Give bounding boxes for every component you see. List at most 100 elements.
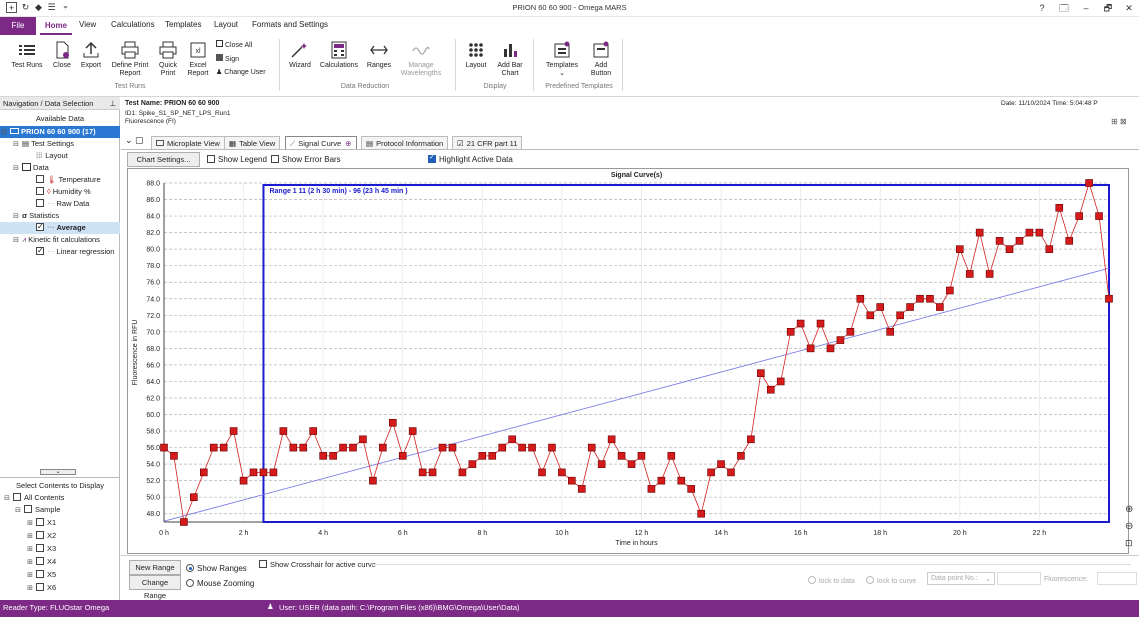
lock-to-data-radio[interactable]: lock to data [808,576,855,585]
checkbox[interactable] [36,570,44,578]
sample-item[interactable]: ⊞ X4 [0,556,120,568]
expand-icon[interactable]: ⊞ [26,518,34,530]
add-button-button[interactable]: Add Button [586,41,616,78]
checkbox[interactable] [271,155,279,163]
radio[interactable] [808,576,816,584]
export-button[interactable]: Export [78,41,104,70]
signal-curve-chart[interactable]: Signal Curve(s) 48.0 50.0 52.0 54.0 56.0 58.0 6… [127,168,1129,554]
expand-icon[interactable]: ⊞ [26,570,34,582]
display-options-button[interactable]: 🗔 [1053,2,1075,14]
tab-scroll-icons[interactable]: ⌄ ▢ [125,135,144,146]
checkbox[interactable] [36,583,44,591]
lock-to-curve-radio[interactable]: lock to curve [866,576,916,585]
crosshair-checkbox[interactable]: Show Crosshair for active curve [259,560,376,569]
checkbox[interactable] [36,544,44,552]
tab-21-cfr[interactable]: ☑ 21 CFR part 11 [452,136,523,149]
quick-print-button[interactable]: Quick Print [155,41,181,78]
tree-average[interactable]: ⋯Average [0,221,120,234]
mouse-zooming-radio[interactable]: Mouse Zooming [186,579,254,588]
collapse-icon[interactable]: ⊟ [14,505,22,517]
tab-templates[interactable]: Templates [165,20,201,29]
new-range-button[interactable]: New Range [129,560,181,575]
window-layout-icon[interactable]: ⊞ ⊠ [1111,117,1127,126]
define-print-report-button[interactable]: Define Print Report [108,41,152,78]
tab-microplate-view[interactable]: Microplate View [151,136,225,149]
layout-button[interactable]: Layout [461,41,491,70]
tab-signal-curve[interactable]: ⟋ Signal Curve ⊕ [285,136,357,149]
tab-home[interactable]: Home [40,17,72,35]
radio-selected[interactable] [186,564,194,572]
checkbox[interactable] [36,531,44,539]
chart-settings-button[interactable]: Chart Settings... [127,152,200,167]
data-point-value[interactable] [997,572,1041,585]
checkbox[interactable] [36,187,44,195]
tree-temperature[interactable]: 🌡 Temperature [0,174,120,186]
tree-humidity[interactable]: ◊ Humidity % [0,186,120,198]
tree-raw-data[interactable]: ⋯ Raw Data [0,198,120,210]
expand-icon[interactable]: ⊞ [26,583,34,595]
expand-icon[interactable]: ⊞ [26,531,34,543]
radio[interactable] [186,579,194,587]
sample-item[interactable]: ⊞ X3 [0,543,120,555]
checkbox[interactable] [36,557,44,565]
file-menu[interactable]: File [0,17,36,35]
expand-icon[interactable]: ⊞ [26,557,34,569]
checkbox[interactable] [36,518,44,526]
tab-calculations[interactable]: Calculations [111,20,155,29]
highlight-active-data-checkbox[interactable]: Highlight Active Data [428,153,513,164]
data-point-select[interactable]: Data point No.: ⌄ [927,572,995,585]
change-user-button[interactable]: ♟ Change User [216,68,266,76]
zoom-in-icon[interactable]: ⊕ [1125,504,1133,515]
checkbox[interactable] [207,155,215,163]
change-range-button[interactable]: Change Range [129,575,181,600]
tree-root[interactable]: ⊟ PRION 60 60 900 (17) [0,126,120,138]
tab-view[interactable]: View [79,20,96,29]
add-tab-icon[interactable]: ⊕ [345,139,351,148]
tree-statistics[interactable]: ⊟ σ Statistics [0,210,120,222]
sample-item[interactable]: ⊞ X1 [0,517,120,529]
close-window-button[interactable]: ✕ [1119,2,1139,14]
close-all-button[interactable]: Close All [216,40,252,49]
minimize-button[interactable]: – [1075,2,1097,14]
fluorescence-value[interactable] [1097,572,1137,585]
manage-wavelengths-button[interactable]: Manage Wavelengths [398,41,444,78]
checkbox-checked[interactable] [428,153,436,163]
checkbox-checked[interactable] [36,221,44,233]
tree-kinetic[interactable]: ⊟ ⩘ Kinetic fit calculations [0,234,120,246]
tab-formats-settings[interactable]: Formats and Settings [252,20,328,29]
checkbox[interactable] [36,199,44,207]
sample-row[interactable]: ⊟ Sample [0,504,120,516]
excel-report-button[interactable]: xl Excel Report [184,41,212,78]
all-contents-row[interactable]: ⊟ All Contents [0,492,120,504]
tab-layout[interactable]: Layout [214,20,238,29]
splitter-handle[interactable]: ⌄ [40,469,76,475]
zoom-reset-icon[interactable]: ⊡ [1125,538,1133,549]
calculations-button[interactable]: Calculations [318,41,360,70]
help-button[interactable]: ? [1031,2,1053,14]
show-legend-checkbox[interactable]: Show Legend [207,155,267,164]
checkbox[interactable] [259,560,267,568]
checkbox[interactable] [24,505,32,513]
tree-data[interactable]: ⊟ Data [0,162,120,174]
maximize-button[interactable]: 🗗 [1097,2,1119,14]
sample-item[interactable]: ⊞ X6 [0,582,120,594]
tab-table-view[interactable]: ▦ Table View [224,136,281,149]
wizard-button[interactable]: Wizard [286,41,314,70]
tree-layout[interactable]: ⁞⁞⁞ Layout [0,150,120,162]
templates-button[interactable]: Templates ⌄ [542,41,582,78]
sample-item[interactable]: ⊞ X2 [0,530,120,542]
add-bar-chart-button[interactable]: Add Bar Chart [494,41,526,78]
tree-linear-regression[interactable]: ⋯Linear regression [0,245,120,258]
sample-item[interactable]: ⊞ X5 [0,569,120,581]
sign-button[interactable]: Sign [216,54,239,63]
expand-icon[interactable]: ⊞ [26,544,34,556]
zoom-out-icon[interactable]: ⊖ [1125,521,1133,532]
checkbox-checked[interactable] [36,245,44,257]
tree-test-settings[interactable]: ⊟ ▤ Test Settings [0,138,120,150]
show-error-bars-checkbox[interactable]: Show Error Bars [271,155,341,164]
test-runs-button[interactable]: Test Runs [8,41,46,70]
ranges-button[interactable]: Ranges [364,41,394,70]
radio[interactable] [866,576,874,584]
checkbox[interactable] [13,493,21,501]
checkbox[interactable] [36,175,44,183]
